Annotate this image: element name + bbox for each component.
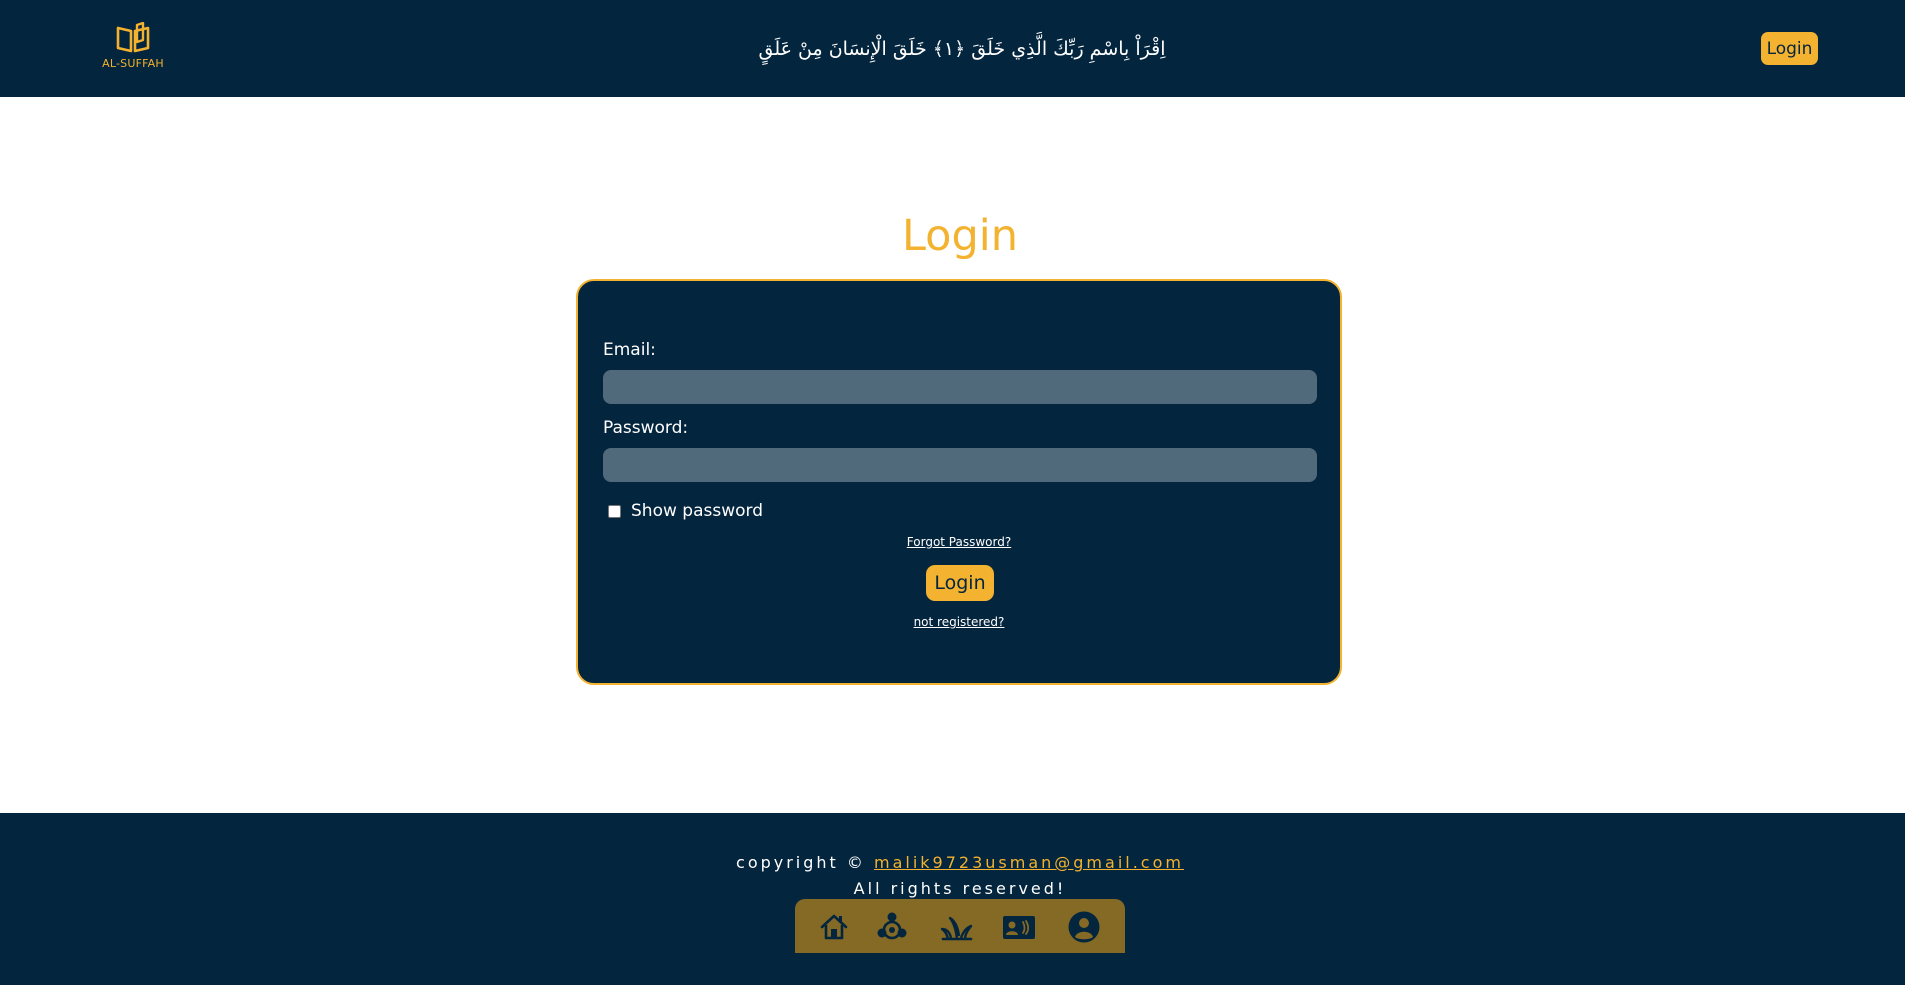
email-field[interactable] <box>603 370 1317 404</box>
contact-card-icon[interactable] <box>1002 910 1036 944</box>
email-label: Email: <box>603 340 656 360</box>
not-registered-link[interactable]: not registered? <box>578 614 1340 630</box>
site-logo[interactable]: AL-SUFFAH <box>102 22 164 74</box>
contact-email-link[interactable]: malik9723usman@gmail.com <box>874 853 1184 872</box>
show-password-row: Show password <box>608 500 763 522</box>
copyright-line: copyright © malik9723usman@gmail.com <box>0 851 1905 875</box>
login-form: Email: Password: Show password Forgot Pa… <box>576 279 1342 685</box>
show-password-checkbox[interactable] <box>608 504 621 518</box>
quran-verse: اِقْرَاْ بِاسْمِ رَبِّكَ الَّذِي خَلَقَ … <box>758 38 1166 60</box>
copyright-text: copyright © <box>736 853 874 872</box>
account-icon[interactable] <box>1067 910 1101 944</box>
show-password-label[interactable]: Show password <box>631 500 763 522</box>
logo-text: AL-SUFFAH <box>102 57 164 70</box>
password-label: Password: <box>603 418 689 438</box>
login-submit-button[interactable]: Login <box>926 565 994 601</box>
page-title: Login <box>901 211 1018 261</box>
forgot-password-link[interactable]: Forgot Password? <box>578 534 1340 550</box>
password-field[interactable] <box>603 448 1317 482</box>
home-icon[interactable] <box>817 910 851 944</box>
site-header: AL-SUFFAH اِقْرَاْ بِاسْمِ رَبِّكَ الَّذ… <box>0 0 1905 97</box>
community-icon[interactable] <box>875 910 909 944</box>
footer-icon-bar <box>795 899 1125 953</box>
grass-icon[interactable] <box>940 910 974 944</box>
site-footer: copyright © malik9723usman@gmail.com All… <box>0 813 1905 985</box>
header-login-button[interactable]: Login <box>1761 32 1818 65</box>
rights-text: All rights reserved! <box>853 879 1067 898</box>
open-book-icon <box>116 22 150 53</box>
